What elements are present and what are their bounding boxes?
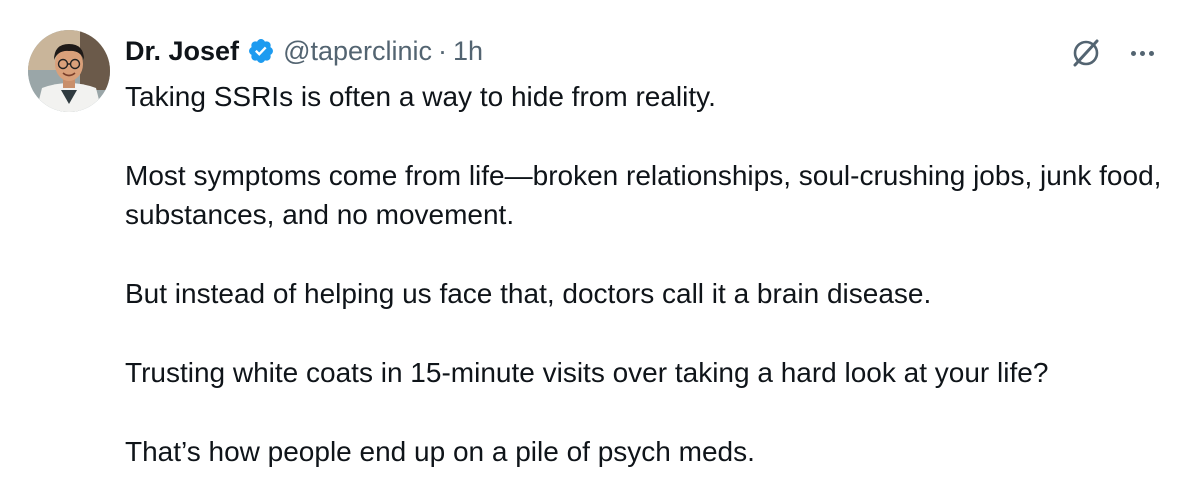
tweet-header: Dr. Josef @taperclinic · 1h bbox=[125, 31, 483, 71]
more-icon[interactable] bbox=[1122, 33, 1162, 73]
tweet-paragraph: Most symptoms come from life—broken rela… bbox=[125, 160, 1162, 230]
display-name[interactable]: Dr. Josef bbox=[125, 36, 239, 67]
timestamp[interactable]: 1h bbox=[453, 36, 483, 67]
separator-dot: · bbox=[438, 35, 448, 66]
tweet-text: Taking SSRIs is often a way to hide from… bbox=[125, 77, 1165, 471]
tweet-paragraph: That’s how people end up on a pile of ps… bbox=[125, 436, 755, 467]
avatar-image bbox=[28, 30, 110, 112]
avatar[interactable] bbox=[28, 30, 110, 112]
tweet-paragraph: Taking SSRIs is often a way to hide from… bbox=[125, 81, 716, 112]
tweet-paragraph: But instead of helping us face that, doc… bbox=[125, 278, 932, 309]
grok-icon[interactable] bbox=[1066, 33, 1106, 73]
tweet: Dr. Josef @taperclinic · 1h Taking SSRIs… bbox=[0, 0, 1188, 490]
handle[interactable]: @taperclinic bbox=[283, 36, 432, 67]
verified-badge-icon[interactable] bbox=[247, 37, 275, 65]
tweet-paragraph: Trusting white coats in 15-minute visits… bbox=[125, 357, 1049, 388]
